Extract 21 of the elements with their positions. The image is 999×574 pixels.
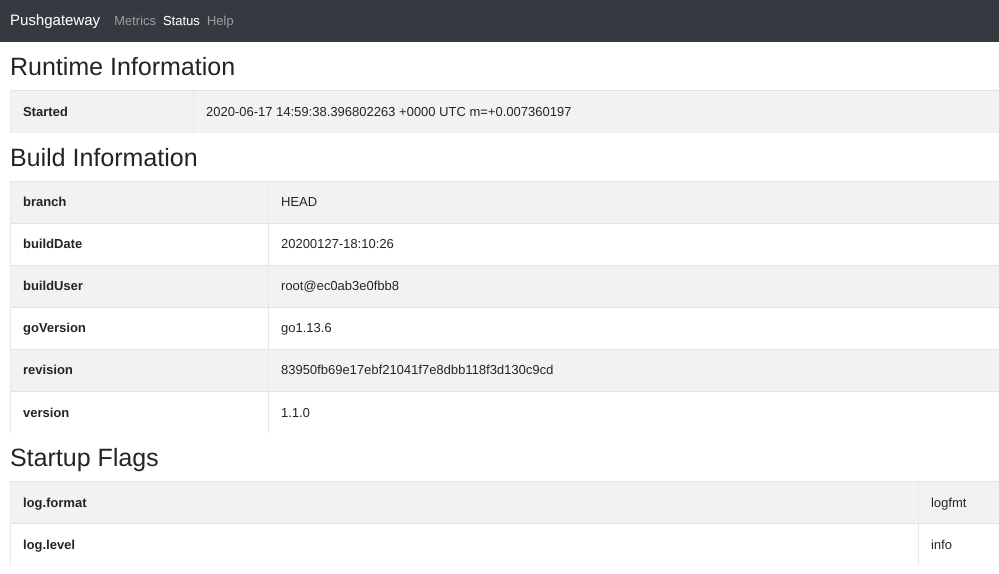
key-cell: version (10, 391, 268, 433)
key-cell: branch (10, 181, 268, 223)
nav-link[interactable]: Help (206, 11, 234, 31)
section-heading: Startup Flags (10, 443, 160, 473)
key-cell: log.level (10, 524, 918, 566)
key-cell: revision (10, 349, 268, 391)
brand-link[interactable]: Pushgateway (10, 10, 100, 32)
value-cell: 83950fb69e17ebf21041f7e8dbb118f3d130c9cd (268, 349, 999, 391)
value-cell: root@ec0ab3e0fbb8 (268, 265, 999, 307)
value-cell: 1.1.0 (268, 391, 999, 433)
nav-link[interactable]: Status (162, 11, 200, 31)
nav-link[interactable]: Metrics (114, 11, 156, 31)
key-cell: buildUser (10, 265, 268, 307)
value-cell: HEAD (268, 181, 999, 223)
key-cell: log.format (10, 482, 918, 524)
section-heading: Runtime Information (10, 52, 236, 82)
value-cell: 2020-06-17 14:59:38.396802263 +0000 UTC m=+0.007360197 (194, 90, 999, 132)
value-cell: logfmt (918, 482, 999, 524)
key-cell: Started (10, 90, 194, 132)
section-heading: Build Information (10, 142, 199, 172)
value-cell: info (918, 524, 999, 566)
